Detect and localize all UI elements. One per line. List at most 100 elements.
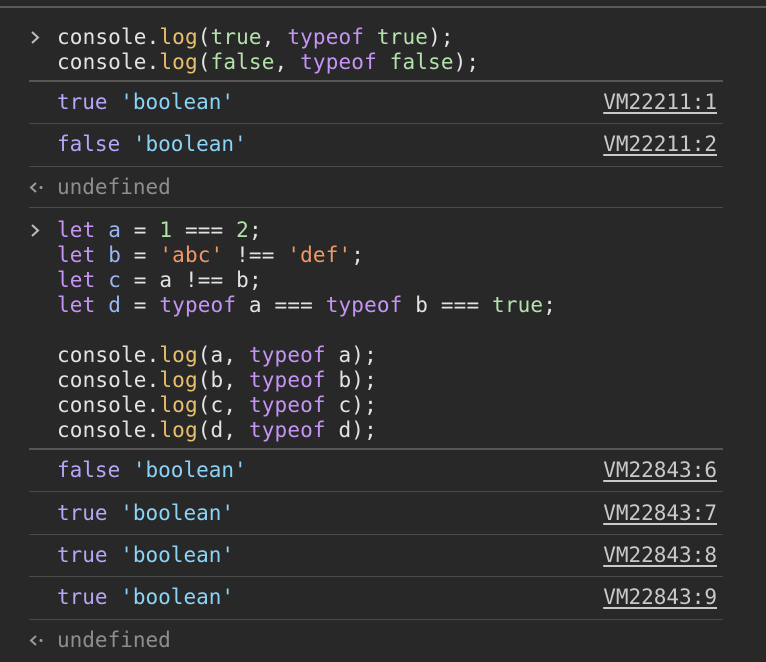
chevron-right-icon [28, 25, 44, 50]
code-token: ); [351, 393, 377, 417]
code-token: c [325, 393, 352, 417]
code-token: a [325, 343, 352, 367]
code-token: log [159, 418, 198, 442]
code-line[interactable]: console.log(true, typeof true); [57, 25, 454, 50]
log-type: 'boolean' [120, 543, 235, 567]
code-token: = [120, 293, 160, 317]
log-output-row: true 'boolean' VM22211:1 [57, 90, 717, 115]
code-token: typeof [159, 293, 237, 317]
log-output-row: false 'boolean' VM22843:6 [57, 458, 717, 483]
log-type: 'boolean' [120, 501, 235, 525]
code-line[interactable]: console.log(c, typeof c); [57, 393, 377, 418]
return-value: undefined [57, 175, 171, 199]
code-token: console [57, 343, 147, 367]
code-token: d [325, 418, 352, 442]
code-token: b [108, 243, 121, 267]
row-divider [29, 166, 723, 167]
code-token: console [57, 25, 147, 49]
code-token: console [57, 418, 147, 442]
code-token: , [261, 25, 288, 49]
row-divider [29, 491, 723, 492]
code-token: . [146, 368, 160, 392]
code-token: . [146, 25, 160, 49]
code-token: console [57, 393, 147, 417]
code-token: b [402, 293, 429, 317]
log-output-row: true 'boolean' VM22843:7 [57, 501, 717, 526]
code-token: = [120, 268, 160, 292]
source-link[interactable]: VM22211:2 [603, 132, 717, 157]
row-divider [29, 123, 723, 124]
code-line[interactable]: console.log(b, typeof b); [57, 368, 377, 393]
entry-divider [29, 80, 723, 82]
log-value: true [57, 501, 108, 525]
code-token: typeof [287, 25, 365, 49]
code-token: c [108, 268, 121, 292]
code-token: ); [453, 50, 480, 74]
code-token: let [57, 243, 96, 267]
code-token: false [389, 50, 454, 74]
code-token: log [159, 25, 198, 49]
log-output-row: true 'boolean' VM22843:8 [57, 543, 717, 568]
row-divider [29, 576, 723, 577]
code-token: . [146, 418, 160, 442]
code-token: console [57, 368, 147, 392]
code-token: 'def' [287, 243, 352, 267]
code-token: typeof [248, 343, 326, 367]
code-token: let [57, 268, 96, 292]
code-token: . [146, 393, 160, 417]
code-token: ; [351, 243, 365, 267]
source-link[interactable]: VM22843:9 [603, 585, 717, 610]
log-value: true [57, 585, 108, 609]
log-type: 'boolean' [132, 458, 247, 482]
code-token: true [376, 25, 429, 49]
code-line[interactable]: let d = typeof a === typeof b === true; [57, 293, 556, 318]
code-token: typeof [248, 418, 326, 442]
code-line[interactable]: let c = a !== b; [57, 268, 262, 293]
code-line[interactable]: console.log(false, typeof false); [57, 50, 479, 75]
code-token: ); [351, 418, 377, 442]
code-token: !== [223, 243, 288, 267]
code-token: , [223, 343, 249, 367]
code-token: ; [248, 268, 262, 292]
code-token: true [210, 25, 262, 49]
code-token: let [57, 218, 96, 242]
code-token: === [261, 293, 326, 317]
code-token: ( [197, 368, 211, 392]
code-token: , [223, 393, 249, 417]
row-divider [29, 534, 723, 535]
code-token: , [223, 418, 249, 442]
log-output-row: true 'boolean' VM22843:9 [57, 585, 717, 610]
code-token: 1 [159, 218, 173, 242]
code-token: typeof [248, 368, 326, 392]
source-link[interactable]: VM22843:6 [603, 458, 717, 483]
code-token: log [159, 393, 198, 417]
code-token: . [146, 343, 160, 367]
code-token: = [120, 218, 160, 242]
code-token: typeof [300, 50, 377, 74]
code-token: = [120, 243, 160, 267]
code-token: a [236, 293, 262, 317]
code-token: log [159, 368, 198, 392]
log-output-row: false 'boolean' VM22211:2 [57, 132, 717, 157]
source-link[interactable]: VM22843:7 [603, 501, 717, 526]
code-line[interactable]: console.log(d, typeof d); [57, 418, 377, 443]
source-link[interactable]: VM22843:8 [603, 543, 717, 568]
code-token: 2 [236, 218, 249, 242]
code-token: , [274, 50, 301, 74]
code-line[interactable]: let a = 1 === 2; [57, 218, 262, 243]
code-token: === [172, 218, 237, 242]
return-arrow-icon [28, 175, 46, 200]
code-line[interactable]: let b = 'abc' !== 'def'; [57, 243, 364, 268]
code-token: ; [543, 293, 557, 317]
code-line[interactable]: console.log(a, typeof a); [57, 343, 377, 368]
code-token: a [159, 268, 173, 292]
code-token: 'abc' [159, 243, 224, 267]
code-token: true [492, 293, 544, 317]
log-value: true [57, 543, 108, 567]
source-link[interactable]: VM22211:1 [603, 90, 717, 115]
code-token: === [428, 293, 493, 317]
code-token: d [108, 293, 121, 317]
code-token: let [57, 293, 96, 317]
code-token: ( [197, 50, 211, 74]
